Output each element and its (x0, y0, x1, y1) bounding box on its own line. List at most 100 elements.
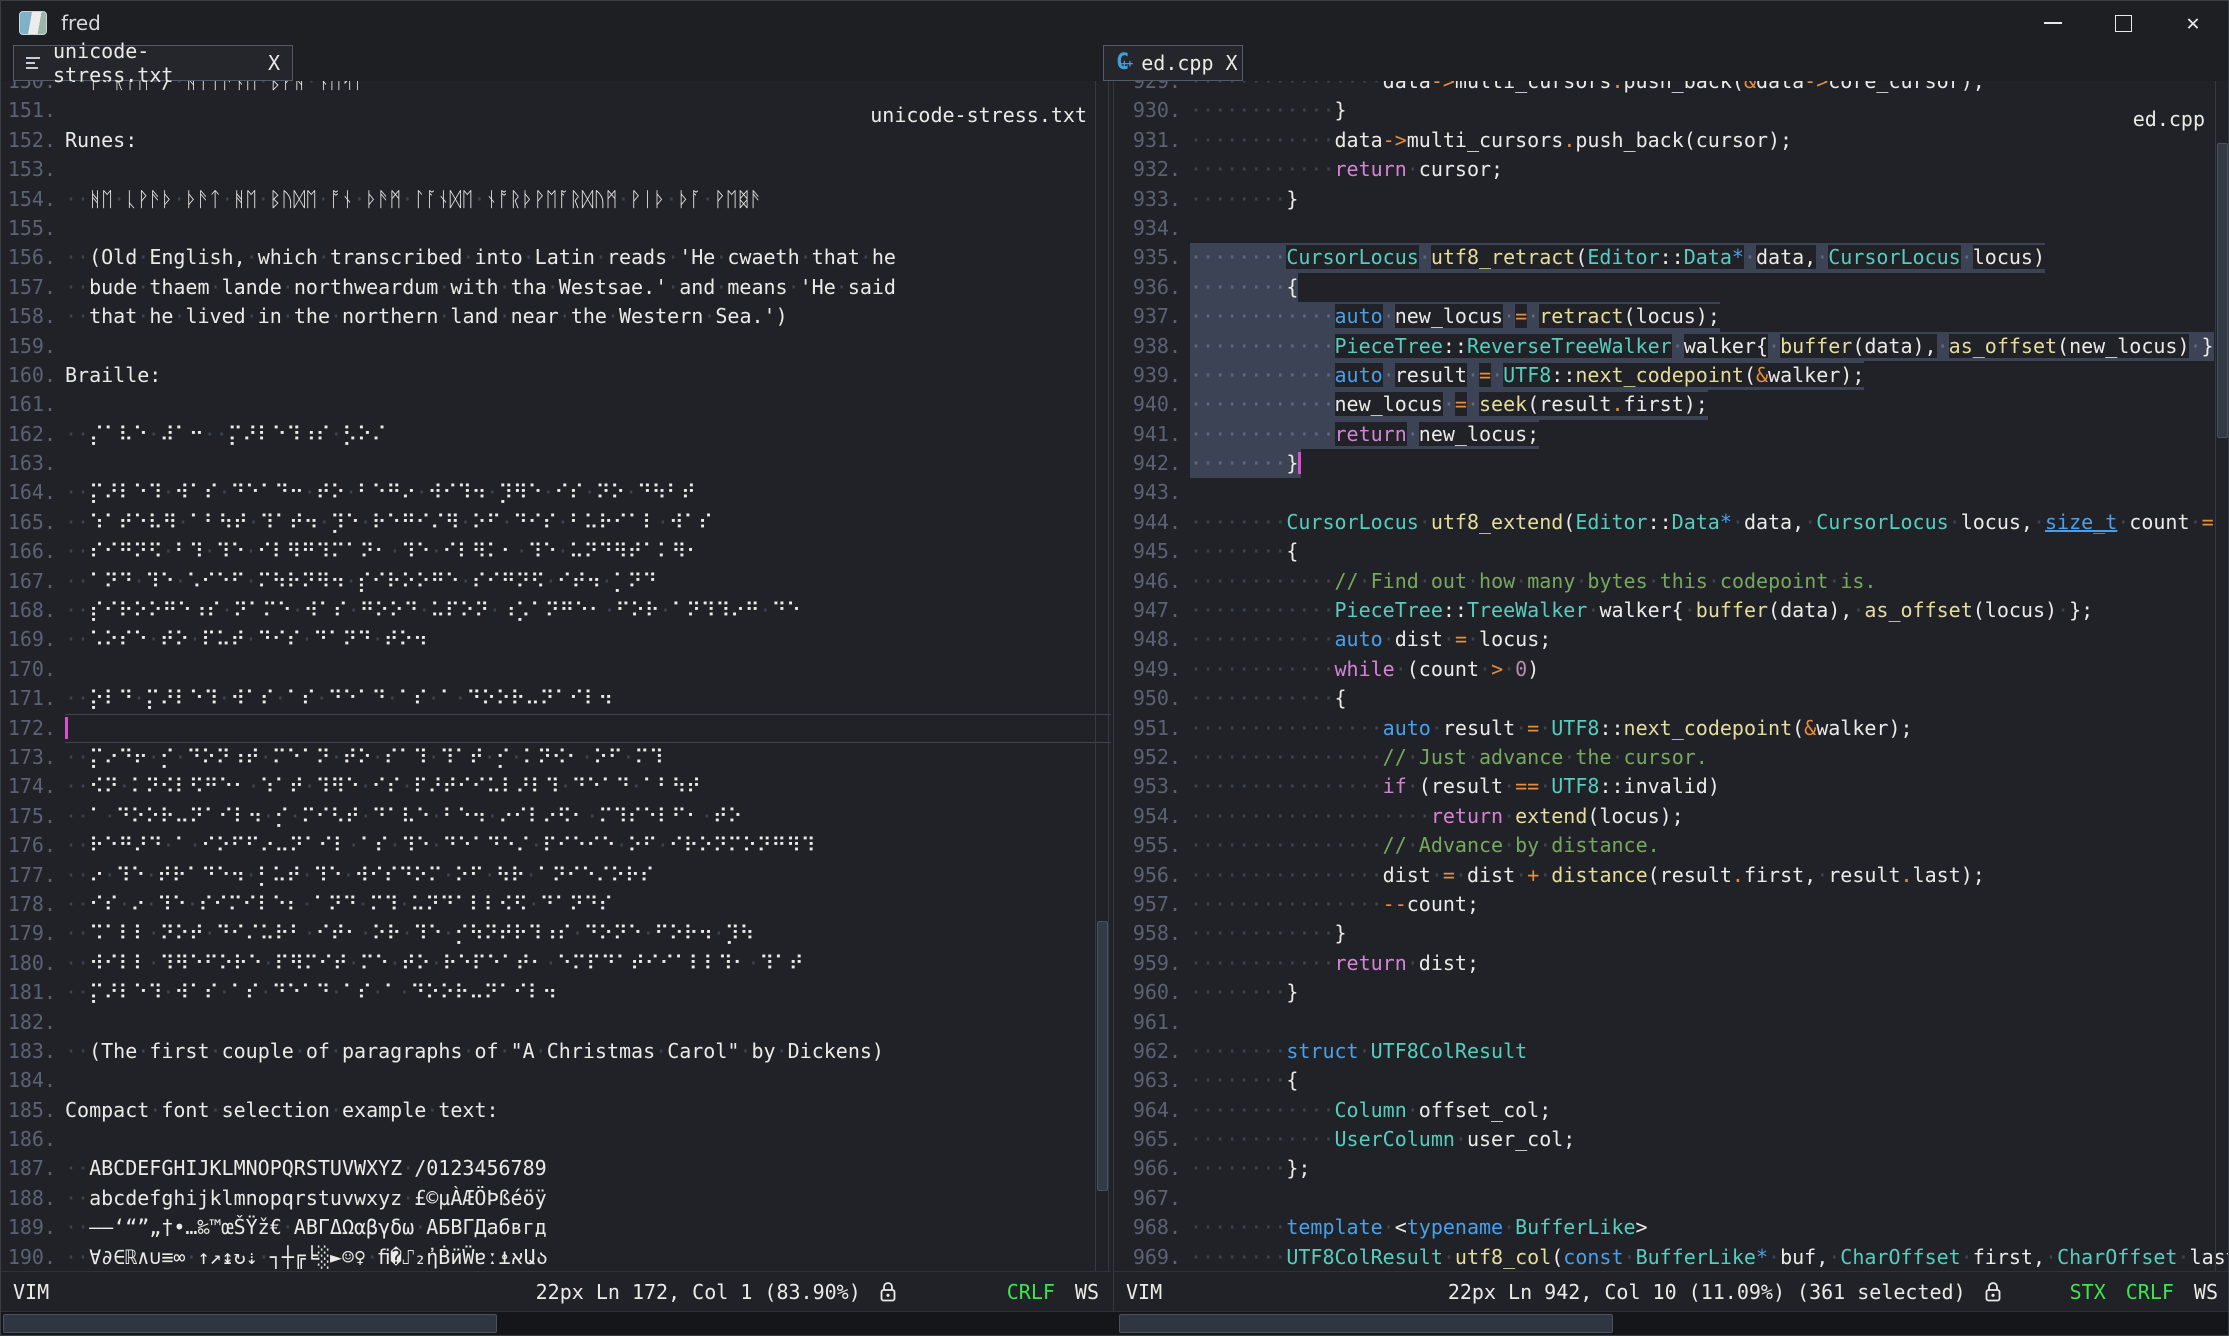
code-line-168: 168.··⡎⠊⠗⠕⠕⠛⠑⠰⠎·⠝⠁⠍⠑·⠺⠁⠎·⠛⠕⠕⠙·⠥⠏⠕⠝·⠰⡡⠁⠝⠛… (1, 596, 1111, 625)
line-text: ············new_locus·=·seek(result.firs… (1190, 390, 1708, 419)
line-text: ··⡍⠜⠇⠑⠹·⠺⠁⠎·⠙⠑⠁⠙⠒·⠞⠕·⠃⠑⠛⠔·⠺⠊⠹⠲·⡹⠻⠑·⠊⠎·⠝⠕… (65, 478, 696, 507)
code-line-930: 930.············} (1114, 96, 2229, 125)
line-text: ············auto·dist·=·locus; (1190, 625, 1551, 654)
buffer-filename-overlay: ed.cpp (2133, 107, 2205, 131)
line-text: ··⡍⠜⠇⠑⠹·⠺⠁⠎·⠁⠎·⠙⠑⠁⠙·⠁⠎·⠁·⠙⠕⠕⠗⠤⠝⠁⠊⠇⠲ (65, 978, 557, 1007)
minimize-button[interactable] (2018, 1, 2088, 45)
line-number: 937. (1114, 302, 1190, 331)
line-text: ··⡎⠊⠗⠕⠕⠛⠑⠰⠎·⠝⠁⠍⠑·⠺⠁⠎·⠛⠕⠕⠙·⠥⠏⠕⠝·⠰⡡⠁⠝⠛⠑⠂·⠋… (65, 596, 801, 625)
code-line-177: 177.··⠔·⠹⠑·⠞⠗⠁⠙⠑⠲·⡃⠥⠞·⠹⠑·⠺⠊⠎⠙⠕⠍·⠕⠋·⠳⠗·⠁⠝… (1, 861, 1111, 890)
line-number: 154. (1, 185, 65, 214)
line-number: 161. (1, 390, 65, 419)
line-number: 177. (1, 861, 65, 890)
line-number: 929. (1114, 81, 1190, 96)
lock-button[interactable] (1982, 1280, 2004, 1304)
line-number: 953. (1114, 772, 1190, 801)
code-line-957: 957.················--count; (1114, 890, 2229, 919)
code-line-941: 941.············return·new_locus; (1114, 420, 2229, 449)
code-line-947: 947.············PieceTree::TreeWalker·wa… (1114, 596, 2229, 625)
vertical-scrollbar-thumb[interactable] (2217, 143, 2228, 438)
line-text: ············} (1190, 96, 1347, 125)
line-number: 153. (1, 155, 65, 184)
line-number: 170. (1, 655, 65, 684)
line-number: 951. (1114, 714, 1190, 743)
code-line-933: 933.········} (1114, 185, 2229, 214)
line-number: 172. (1, 714, 65, 743)
line-text: ··⠪⠝·⠅⠝⠪⠇⠫⠛⠑⠂·⠱⠁⠞·⠹⠻⠑·⠊⠎·⠏⠜⠞⠊⠊⠥⠇⠜⠇⠹·⠙⠑⠁⠙… (65, 772, 701, 801)
line-text (65, 714, 68, 743)
line-number: 939. (1114, 361, 1190, 390)
line-number: 955. (1114, 831, 1190, 860)
code-lines-right: 929.················data->multi_cursors.… (1114, 81, 2229, 1271)
line-number: 182. (1, 1008, 65, 1037)
line-text: ··⠁·⠙⠕⠕⠗⠤⠝⠁⠊⠇⠲·⡊·⠍⠊⠣⠞·⠙⠁⠧⠑·⠃⠑⠲·⠔⠊⠇⠔⠫⠂·⠍⠹… (65, 802, 742, 831)
code-line-157: 157.··bude·thaem·lande·northweardum·with… (1, 273, 1111, 302)
line-text: ··⡌⠁⠧⠑·⠼⠁⠒··⡍⠜⠇⠑⠹⠰⠎·⡣⠕⠌ (65, 420, 386, 449)
editor-pane-left[interactable]: 150.··ᚪ·ᚱᛚᚢ·/·ᚻᛏᛏᚫᚾᛖ·ᛒᚹᚻ·ᚾᛖᛋᚪ151.152.Run… (1, 81, 1111, 1271)
eol-indicator: CRLF (1007, 1280, 1055, 1304)
vertical-scrollbar-left[interactable] (1095, 81, 1109, 1271)
line-number: 181. (1, 978, 65, 1007)
line-text: ············auto·result·=·UTF8::next_cod… (1190, 361, 1864, 390)
code-line-175: 175.··⠁·⠙⠕⠕⠗⠤⠝⠁⠊⠇⠲·⡊·⠍⠊⠣⠞·⠙⠁⠧⠑·⠃⠑⠲·⠔⠊⠇⠔⠫… (1, 802, 1111, 831)
lock-icon (1982, 1280, 2004, 1304)
app-icon (19, 11, 47, 35)
line-number: 184. (1, 1066, 65, 1095)
line-text: ··⠩⠁⠇⠇·⠝⠕⠞·⠙⠊⠌⠥⠗⠃·⠊⠞⠂·⠕⠗·⠹⠑·⡊⠳⠝⠞⠗⠹⠰⠎·⠙⠕⠝… (65, 919, 754, 948)
whitespace-indicator: WS (1075, 1280, 1099, 1304)
line-number: 956. (1114, 861, 1190, 890)
code-line-949: 949.············while·(count·>·0) (1114, 655, 2229, 684)
code-line-968: 968.········template·<typename·BufferLik… (1114, 1213, 2229, 1242)
line-number: 943. (1114, 478, 1190, 507)
line-number: 155. (1, 214, 65, 243)
line-number: 933. (1114, 185, 1190, 214)
tab-close-icon[interactable]: X (268, 51, 280, 75)
code-line-187: 187.··ABCDEFGHIJKLMNOPQRSTUVWXYZ·/012345… (1, 1154, 1111, 1183)
line-number: 165. (1, 508, 65, 537)
vertical-scrollbar-thumb[interactable] (1097, 921, 1108, 1191)
line-text: ············return·dist; (1190, 949, 1479, 978)
line-number: 954. (1114, 802, 1190, 831)
line-number: 930. (1114, 96, 1190, 125)
tab-label: ed.cpp (1141, 51, 1213, 75)
code-line-967: 967. (1114, 1184, 2229, 1213)
line-text: ············PieceTree::TreeWalker·walker… (1190, 596, 2093, 625)
line-text: ··bude·thaem·lande·northweardum·with·tha… (65, 273, 896, 302)
line-number: 150. (1, 81, 65, 96)
code-line-158: 158.··that·he·lived·in·the·northern·land… (1, 302, 1111, 331)
horizontal-scrollbar-thumb-left[interactable] (3, 1314, 497, 1333)
line-text: ················//·Advance·by·distance. (1190, 831, 1660, 860)
line-number: 173. (1, 743, 65, 772)
cursor-position: 22px Ln 172, Col 1 (83.90%) (536, 1280, 861, 1304)
code-line-165: 165.··⠱⠁⠞⠑⠧⠻·⠁⠃⠳⠞·⠹⠁⠞⠲·⡹⠑·⠗⠑⠛⠊⠌⠻·⠕⠋·⠙⠊⠎·… (1, 508, 1111, 537)
horizontal-scrollbar-strip[interactable] (1, 1311, 2229, 1336)
line-number: 950. (1114, 684, 1190, 713)
code-line-163: 163. (1, 449, 1111, 478)
vertical-scrollbar-right[interactable] (2215, 81, 2229, 1271)
line-text: ············auto·new_locus·=·retract(loc… (1190, 302, 1720, 331)
code-line-161: 161. (1, 390, 1111, 419)
maximize-button[interactable] (2088, 1, 2158, 45)
line-number: 158. (1, 302, 65, 331)
line-number: 960. (1114, 978, 1190, 1007)
editor-pane-right[interactable]: 929.················data->multi_cursors.… (1113, 81, 2229, 1271)
code-line-189: 189.··–—‘“”„†•…‰™œŠŸž€·ΑΒΓΔΩαβγδω·АБВГДа… (1, 1213, 1111, 1242)
line-number: 958. (1114, 919, 1190, 948)
line-text: ············PieceTree::ReverseTreeWalker… (1190, 332, 2214, 361)
tab-unicode-stress-txt[interactable]: unicode-stress.txt X (13, 45, 293, 81)
text-cursor (1298, 452, 1301, 474)
code-line-154: 154.··ᚻᛖ·ᚳᚹᚫᚦ·ᚦᚫᛏ·ᚻᛖ·ᛒᚢᛞᛖ·ᚩᚾ·ᚦᚫᛗ·ᛚᚪᚾᛞᛖ·ᚾ… (1, 185, 1111, 214)
code-line-171: 171.··⡕⠇⠙·⡍⠜⠇⠑⠹·⠺⠁⠎·⠁⠎·⠙⠑⠁⠙·⠁⠎·⠁·⠙⠕⠕⠗⠤⠝⠁… (1, 684, 1111, 713)
horizontal-scrollbar-thumb-right[interactable] (1119, 1314, 1613, 1333)
close-button[interactable]: ✕ (2158, 1, 2228, 45)
line-text: ········CursorLocus·utf8_extend(Editor::… (1190, 508, 2214, 537)
code-line-935: 935.········CursorLocus·utf8_retract(Edi… (1114, 243, 2229, 272)
tab-ed-cpp[interactable]: C++ ed.cpp X (1103, 45, 1243, 81)
code-line-958: 958.············} (1114, 919, 2229, 948)
status-bar-right: VIM 22px Ln 942, Col 10 (11.09%) (361 se… (1113, 1271, 2229, 1311)
line-number: 188. (1, 1184, 65, 1213)
code-line-178: 178.··⠊⠎·⠔·⠹⠑·⠎⠊⠍⠊⠇⠑⠆·⠁⠝⠙·⠍⠹·⠥⠝⠙⠁⠇⠇⠪⠫·⠙⠁… (1, 890, 1111, 919)
line-text: ········CursorLocus·utf8_retract(Editor:… (1190, 243, 2045, 272)
tab-close-icon[interactable]: X (1226, 51, 1238, 75)
lock-button[interactable] (877, 1280, 899, 1304)
